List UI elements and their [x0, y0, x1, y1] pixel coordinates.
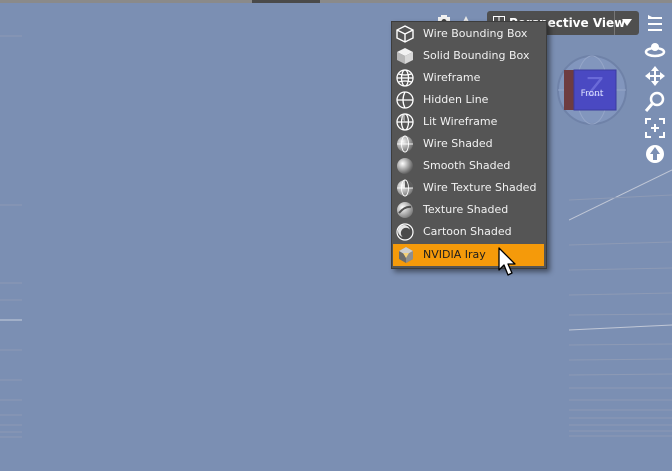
frame-icon[interactable] — [642, 116, 668, 140]
menu-item-wire-shaded[interactable]: Wire Shaded — [392, 133, 546, 155]
smooth-shaded-icon — [397, 158, 413, 174]
menu-item-hidden-line[interactable]: Hidden Line — [392, 89, 546, 111]
view-cube-face-label: Front — [580, 89, 604, 99]
wire-bounding-box-icon — [396, 25, 414, 43]
right-grid-lines — [569, 150, 672, 440]
draw-style-menu: Wire Bounding Box Solid Bounding Box Wir… — [391, 21, 547, 269]
cartoon-shaded-icon — [396, 223, 414, 241]
viewport-options-icon[interactable] — [642, 12, 668, 36]
orbit-icon[interactable] — [642, 38, 668, 62]
mouse-cursor-icon — [498, 247, 516, 276]
top-edge-tab — [252, 0, 320, 3]
reset-view-icon[interactable] — [642, 142, 668, 166]
menu-item-wire-texture-shaded[interactable]: Wire Texture Shaded — [392, 177, 546, 199]
menu-item-solid-bounding-box[interactable]: Solid Bounding Box — [392, 45, 546, 67]
menu-item-texture-shaded[interactable]: Texture Shaded — [392, 199, 546, 221]
lit-wireframe-icon — [396, 113, 414, 131]
view-dropdown-button[interactable] — [614, 11, 639, 35]
hidden-line-icon — [396, 91, 414, 109]
view-cube[interactable]: Z Front — [556, 54, 628, 126]
wire-shaded-icon — [397, 135, 413, 153]
zoom-icon[interactable] — [642, 90, 668, 114]
wireframe-icon — [396, 69, 414, 87]
texture-shaded-icon — [397, 202, 413, 218]
top-edge-strip — [0, 0, 672, 3]
pan-icon[interactable] — [642, 64, 668, 88]
left-grid-lines — [0, 0, 22, 440]
wire-texture-shaded-icon — [397, 179, 413, 197]
menu-item-cartoon-shaded[interactable]: Cartoon Shaded — [392, 221, 546, 243]
menu-item-lit-wireframe[interactable]: Lit Wireframe — [392, 111, 546, 133]
chevron-down-icon — [622, 19, 632, 26]
menu-item-nvidia-iray[interactable]: NVIDIA Iray — [393, 244, 544, 266]
menu-item-wireframe[interactable]: Wireframe — [392, 67, 546, 89]
menu-item-smooth-shaded[interactable]: Smooth Shaded — [392, 155, 546, 177]
nvidia-iray-icon — [399, 247, 413, 263]
solid-bounding-box-icon — [397, 48, 413, 64]
menu-item-wire-bounding-box[interactable]: Wire Bounding Box — [392, 23, 546, 45]
